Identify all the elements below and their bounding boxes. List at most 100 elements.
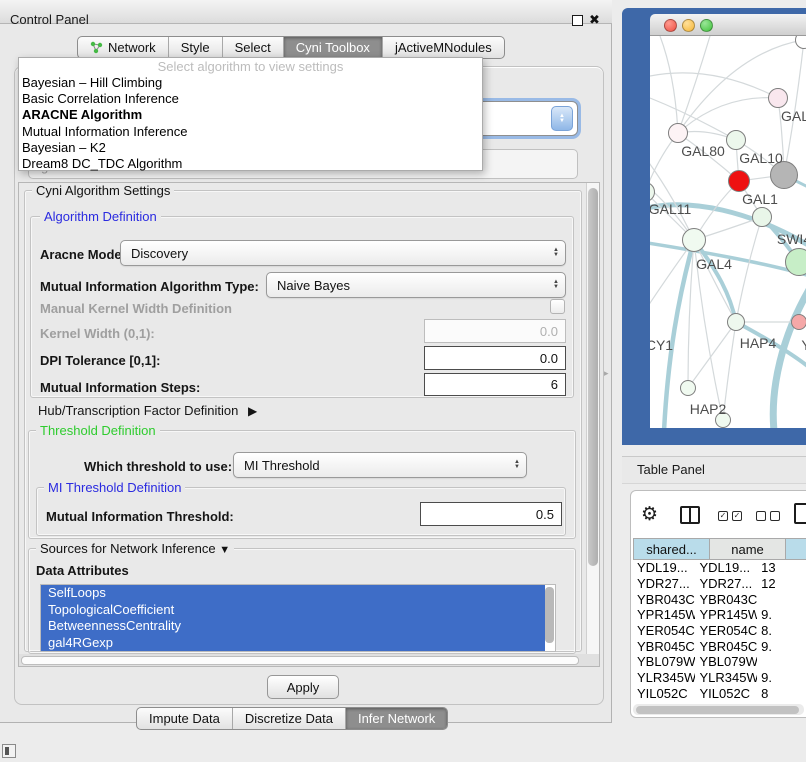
table-cell: YDR27... [633, 576, 695, 591]
table-row[interactable]: YLR345WYLR345W9. [633, 670, 806, 686]
column-header-name[interactable]: name [710, 538, 786, 560]
attribute-list-scrollbar[interactable] [545, 587, 554, 643]
tab-infer-network[interactable]: Infer Network [346, 708, 447, 729]
mi-steps-value: 6 [551, 377, 558, 392]
tab-network-label: Network [108, 40, 156, 55]
settings-vertical-scrollbar-thumb[interactable] [588, 188, 598, 566]
algorithm-option[interactable]: Basic Correlation Inference [19, 91, 482, 107]
network-node-label: GAL10 [739, 150, 783, 166]
tab-cyni-toolbox[interactable]: Cyni Toolbox [284, 37, 383, 58]
network-node-label: GAL [781, 108, 806, 124]
kernel-width-value: 0.0 [540, 324, 558, 339]
network-node[interactable] [768, 88, 788, 108]
table-cell: 12 [757, 576, 806, 591]
table-row[interactable]: YIL052CYIL052C8 [633, 686, 806, 702]
tab-jactivemnodules-label: jActiveMNodules [395, 40, 492, 55]
deselect-all-columns-icon[interactable] [756, 511, 780, 521]
data-attribute-item[interactable]: TopologicalCoefficient [41, 602, 545, 619]
data-attributes-list[interactable]: SelfLoopsTopologicalCoefficientBetweenne… [40, 584, 556, 652]
network-node[interactable] [785, 248, 806, 276]
algorithm-option[interactable]: Bayesian – Hill Climbing [19, 75, 482, 91]
tab-cyni-toolbox-label: Cyni Toolbox [296, 40, 370, 55]
table-row[interactable]: YBR043CYBR043C [633, 591, 806, 607]
chevron-right-icon: ▶ [248, 404, 257, 418]
panel-splitter-handle[interactable]: ▸ [604, 368, 609, 379]
network-node[interactable] [682, 228, 706, 252]
table-cell: YBL079W [695, 654, 757, 669]
apply-button[interactable]: Apply [267, 675, 339, 699]
gear-icon[interactable]: ⚙ [641, 503, 658, 526]
tab-select[interactable]: Select [223, 37, 284, 58]
column-header-shared-name[interactable]: shared... [633, 538, 710, 560]
settings-horizontal-scrollbar-thumb[interactable] [21, 656, 579, 665]
tab-select-label: Select [235, 40, 271, 55]
mi-type-combo[interactable]: Naive Bayes ▲▼ [266, 272, 566, 298]
float-panel-icon[interactable] [572, 15, 583, 26]
maximize-window-icon[interactable] [700, 19, 713, 32]
algorithm-option[interactable]: Dream8 DC_TDC Algorithm [19, 156, 482, 172]
mi-threshold-input[interactable]: 0.5 [420, 502, 562, 526]
tab-impute-data[interactable]: Impute Data [137, 708, 233, 729]
close-window-icon[interactable] [664, 19, 677, 32]
network-node-label: HAP2 [690, 401, 727, 417]
sources-group-label[interactable]: Sources for Network Inference ▼ [36, 541, 234, 556]
table-horizontal-scrollbar-thumb[interactable] [636, 706, 799, 714]
algorithm-option[interactable]: Bayesian – K2 [19, 140, 482, 156]
data-attribute-item[interactable]: BetweennessCentrality [41, 618, 545, 635]
network-icon [90, 41, 103, 54]
combo-arrows-icon: ▲▼ [553, 280, 559, 290]
dock-panel-icon[interactable] [2, 744, 16, 758]
which-threshold-combo[interactable]: MI Threshold ▲▼ [233, 452, 527, 478]
show-columns-icon[interactable] [680, 506, 700, 524]
tab-style[interactable]: Style [169, 37, 223, 58]
network-canvas[interactable]: GALGAL80GAL10GAL1GAL11SWI4GAL4GCY1HAP4YH… [650, 36, 806, 428]
algorithm-dropdown-popup: Select algorithm to view settings Bayesi… [18, 57, 483, 171]
table-row[interactable]: YBL079WYBL079W [633, 654, 806, 670]
mi-threshold-value: 0.5 [536, 507, 554, 522]
table-row[interactable]: YBR045CYBR045C9. [633, 638, 806, 654]
kernel-width-input[interactable]: 0.0 [424, 319, 566, 343]
data-attribute-item[interactable]: SelfLoops [41, 585, 545, 602]
algorithm-option[interactable]: ARACNE Algorithm [19, 107, 482, 123]
algorithm-option[interactable]: Mutual Information Inference [19, 124, 482, 140]
tab-discretize-data[interactable]: Discretize Data [233, 708, 346, 729]
mi-type-label: Mutual Information Algorithm Type: [40, 279, 259, 294]
network-node[interactable] [726, 130, 746, 150]
dpi-tolerance-input[interactable]: 0.0 [424, 346, 566, 370]
data-attributes-label: Data Attributes [36, 563, 129, 578]
network-node[interactable] [668, 123, 688, 143]
mi-steps-input[interactable]: 6 [424, 373, 566, 396]
select-all-columns-icon[interactable]: ✓✓ [718, 511, 742, 521]
network-node[interactable] [680, 380, 696, 396]
network-node-label: SWI4 [777, 231, 806, 247]
table-cell: YDL19... [695, 560, 757, 575]
table-row[interactable]: YDR27...YDR27...12 [633, 576, 806, 592]
network-node[interactable] [727, 313, 745, 331]
dpi-tolerance-label: DPI Tolerance [0,1]: [40, 353, 160, 368]
table-cell: 8. [757, 623, 806, 638]
combo-stepper-icon: ▲▼ [551, 106, 573, 131]
network-node[interactable] [791, 314, 806, 330]
network-node[interactable] [752, 207, 772, 227]
apply-button-label: Apply [287, 680, 320, 695]
tab-jactivemnodules[interactable]: jActiveMNodules [383, 37, 504, 58]
manual-kernel-checkbox[interactable] [550, 299, 565, 314]
new-table-icon[interactable] [794, 503, 806, 524]
table-row[interactable]: YDL19...YDL19...13 [633, 560, 806, 576]
algorithm-definition-label: Algorithm Definition [40, 209, 161, 224]
tab-style-label: Style [181, 40, 210, 55]
table-cell: 8 [757, 686, 806, 701]
aracne-mode-combo[interactable]: Discovery ▲▼ [120, 240, 566, 266]
network-node-label: GAL1 [742, 191, 778, 207]
minimize-window-icon[interactable] [682, 19, 695, 32]
table-cell: YIL052C [633, 686, 695, 701]
close-panel-icon[interactable]: ✖ [589, 12, 600, 28]
tab-network[interactable]: Network [78, 37, 169, 58]
data-attribute-item[interactable]: gal4RGexp [41, 635, 545, 652]
network-node[interactable] [728, 170, 750, 192]
table-row[interactable]: YER054CYER054C8. [633, 623, 806, 639]
table-row[interactable]: YPR145WYPR145W9. [633, 607, 806, 623]
column-header-clipped[interactable] [786, 538, 806, 560]
hub-definition-toggle[interactable]: Hub/Transcription Factor Definition ▶ [38, 403, 257, 418]
network-node-label: GAL4 [696, 256, 732, 272]
